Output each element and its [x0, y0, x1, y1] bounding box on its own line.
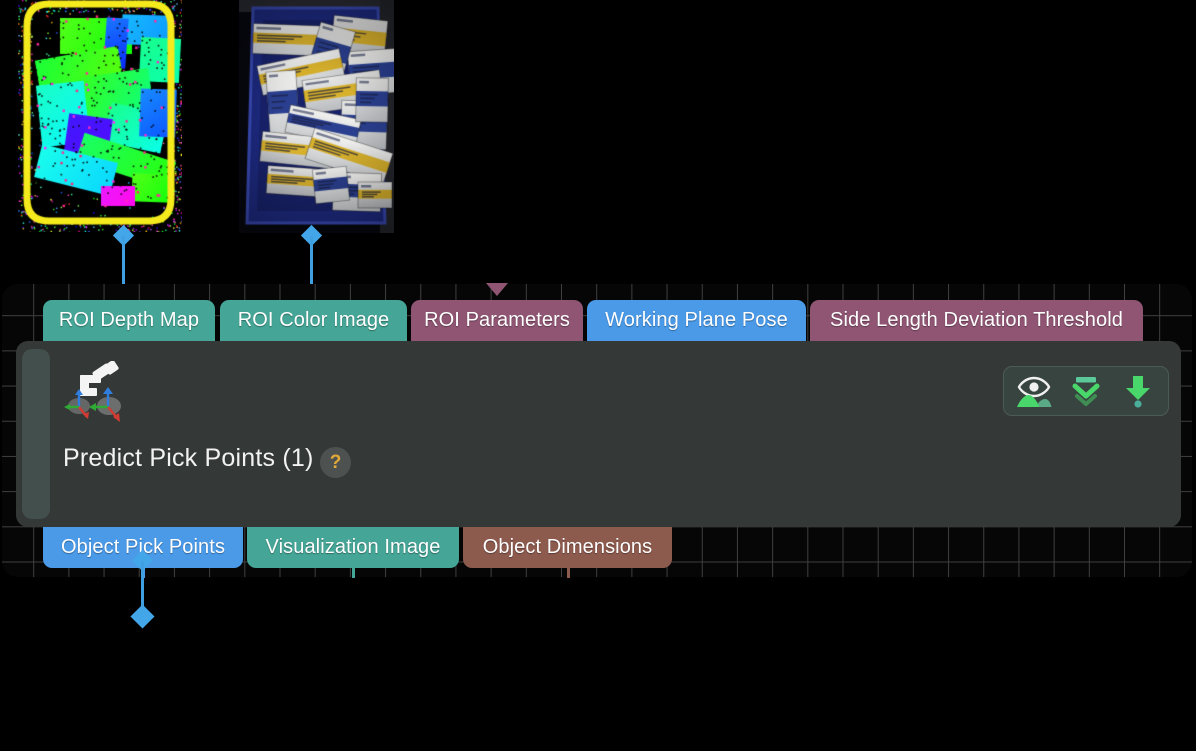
port-marker-roi-parameters — [486, 283, 508, 296]
output-port-object-dimensions[interactable]: Object Dimensions — [463, 527, 672, 568]
port-label: ROI Color Image — [238, 309, 390, 332]
help-badge[interactable]: ? — [320, 447, 351, 478]
output-port-visualization-image[interactable]: Visualization Image — [247, 527, 459, 568]
port-label: Object Dimensions — [483, 536, 653, 559]
input-port-roi-color-image[interactable]: ROI Color Image — [220, 300, 407, 341]
roi-color-image-preview[interactable] — [239, 0, 394, 233]
depth-map-image — [18, 0, 182, 232]
collapse-node-icon[interactable] — [1062, 371, 1110, 411]
run-to-here-icon[interactable] — [1114, 371, 1162, 411]
input-port-working-plane-pose[interactable]: Working Plane Pose — [587, 300, 806, 341]
input-port-side-length-deviation-threshold[interactable]: Side Length Deviation Threshold — [810, 300, 1143, 341]
color-bin-image — [239, 0, 394, 233]
input-port-roi-depth-map[interactable]: ROI Depth Map — [43, 300, 215, 341]
port-label: ROI Depth Map — [59, 309, 199, 332]
node-drag-handle[interactable] — [22, 349, 50, 519]
port-label: Side Length Deviation Threshold — [830, 309, 1123, 332]
node-toolbar — [1003, 366, 1169, 416]
edge-endpoint-diamond — [130, 604, 154, 628]
node-title: Predict Pick Points (1) — [63, 444, 314, 473]
robot-pick-pose-icon — [62, 361, 128, 423]
node-predict-pick-points[interactable]: Predict Pick Points (1) ? — [16, 341, 1181, 527]
port-label: Working Plane Pose — [605, 309, 788, 332]
port-label: Visualization Image — [266, 536, 441, 559]
preview-image-icon[interactable] — [1010, 371, 1058, 411]
input-port-roi-parameters[interactable]: ROI Parameters — [411, 300, 583, 341]
port-label: ROI Parameters — [424, 309, 570, 332]
port-stub — [352, 568, 355, 578]
roi-depth-map-preview[interactable] — [18, 0, 182, 232]
port-stub — [567, 568, 570, 578]
